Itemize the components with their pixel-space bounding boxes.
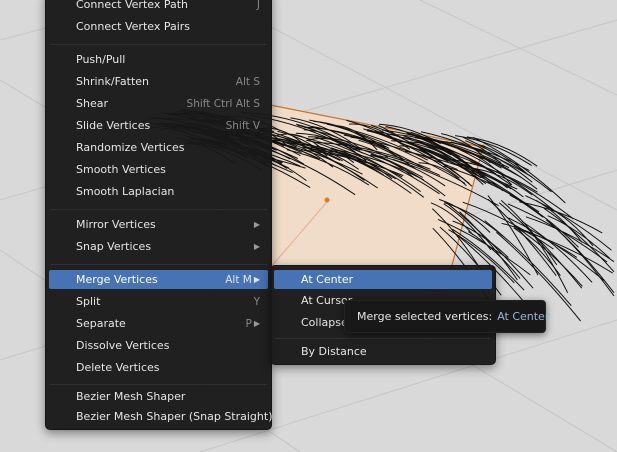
menu-item-shrink-fatten[interactable]: Shrink/Fatten Alt S <box>49 72 268 91</box>
menu-item-connect-vertex-path[interactable]: Connect Vertex Path J <box>49 0 268 14</box>
menu-item-dissolve-vertices[interactable]: Dissolve Vertices <box>49 336 268 355</box>
menu-item-label: Bezier Mesh Shaper <box>76 390 186 403</box>
tooltip-value: At Center <box>497 310 550 323</box>
menu-item-label: Delete Vertices <box>76 361 160 374</box>
menu-separator <box>50 44 267 45</box>
menu-item-shortcut: Y <box>253 295 260 308</box>
tooltip-text: Merge selected vertices: <box>357 310 493 323</box>
menu-item-shortcut: J <box>256 0 260 11</box>
menu-item-bezier-mesh-shaper-snap[interactable]: Bezier Mesh Shaper (Snap Straight) <box>49 407 273 426</box>
menu-item-label: Randomize Vertices <box>76 141 185 154</box>
menu-item-separate[interactable]: Separate P ▶ <box>49 314 268 333</box>
menu-item-label: Bezier Mesh Shaper (Snap Straight) <box>76 410 273 423</box>
menu-item-shortcut: Shift Ctrl Alt S <box>186 97 260 110</box>
menu-item-label: By Distance <box>301 345 367 358</box>
menu-item-randomize-vertices[interactable]: Randomize Vertices <box>49 138 268 157</box>
menu-item-label: Shear <box>76 97 108 110</box>
menu-item-bezier-mesh-shaper[interactable]: Bezier Mesh Shaper <box>49 387 268 406</box>
menu-separator <box>50 264 267 265</box>
menu-item-shortcut: Shift V <box>225 119 260 132</box>
menu-separator <box>50 209 267 210</box>
menu-item-slide-vertices[interactable]: Slide Vertices Shift V <box>49 116 268 135</box>
menu-item-label: Smooth Vertices <box>76 163 166 176</box>
menu-item-label: Connect Vertex Path <box>76 0 188 11</box>
menu-item-split[interactable]: Split Y <box>49 292 268 311</box>
menu-item-label: Merge Vertices <box>76 273 158 286</box>
menu-item-label: Push/Pull <box>76 53 126 66</box>
vertex-dot <box>324 197 330 203</box>
menu-item-shortcut: Alt M <box>225 273 252 286</box>
menu-item-mirror-vertices[interactable]: Mirror Vertices ▶ <box>49 215 268 234</box>
menu-item-smooth-vertices[interactable]: Smooth Vertices <box>49 160 268 179</box>
menu-item-shear[interactable]: Shear Shift Ctrl Alt S <box>49 94 268 113</box>
menu-item-push-pull[interactable]: Push/Pull <box>49 50 268 69</box>
menu-item-label: Shrink/Fatten <box>76 75 150 88</box>
menu-separator <box>275 338 491 339</box>
submenu-item-at-center[interactable]: At Center <box>274 270 492 289</box>
menu-item-label: Smooth Laplacian <box>76 185 175 198</box>
menu-item-label: At Center <box>301 273 354 286</box>
menu-item-label: Connect Vertex Pairs <box>76 20 191 33</box>
menu-item-label: Mirror Vertices <box>76 218 156 231</box>
submenu-arrow-icon: ▶ <box>253 242 260 251</box>
menu-item-delete-vertices[interactable]: Delete Vertices <box>49 358 268 377</box>
menu-separator <box>50 384 267 385</box>
menu-item-smooth-laplacian[interactable]: Smooth Laplacian <box>49 182 268 201</box>
menu-item-connect-vertex-pairs[interactable]: Connect Vertex Pairs <box>49 17 268 36</box>
menu-item-label: Snap Vertices <box>76 240 152 253</box>
menu-item-label: Separate <box>76 317 126 330</box>
menu-item-merge-vertices[interactable]: Merge Vertices Alt M ▶ <box>49 270 268 289</box>
menu-item-shortcut: P <box>245 317 252 330</box>
submenu-arrow-icon: ▶ <box>253 220 260 229</box>
menu-item-label: Dissolve Vertices <box>76 339 170 352</box>
vertex-context-menu: Connect Vertex Path J Connect Vertex Pai… <box>45 0 273 430</box>
tooltip: Merge selected vertices: At Center <box>344 300 550 333</box>
submenu-arrow-icon: ▶ <box>253 275 260 284</box>
menu-item-snap-vertices[interactable]: Snap Vertices ▶ <box>49 237 268 256</box>
menu-item-label: Slide Vertices <box>76 119 151 132</box>
menu-item-shortcut: Alt S <box>235 75 260 88</box>
menu-item-label: Split <box>76 295 101 308</box>
submenu-item-by-distance[interactable]: By Distance <box>274 342 492 361</box>
submenu-arrow-icon: ▶ <box>253 319 260 328</box>
